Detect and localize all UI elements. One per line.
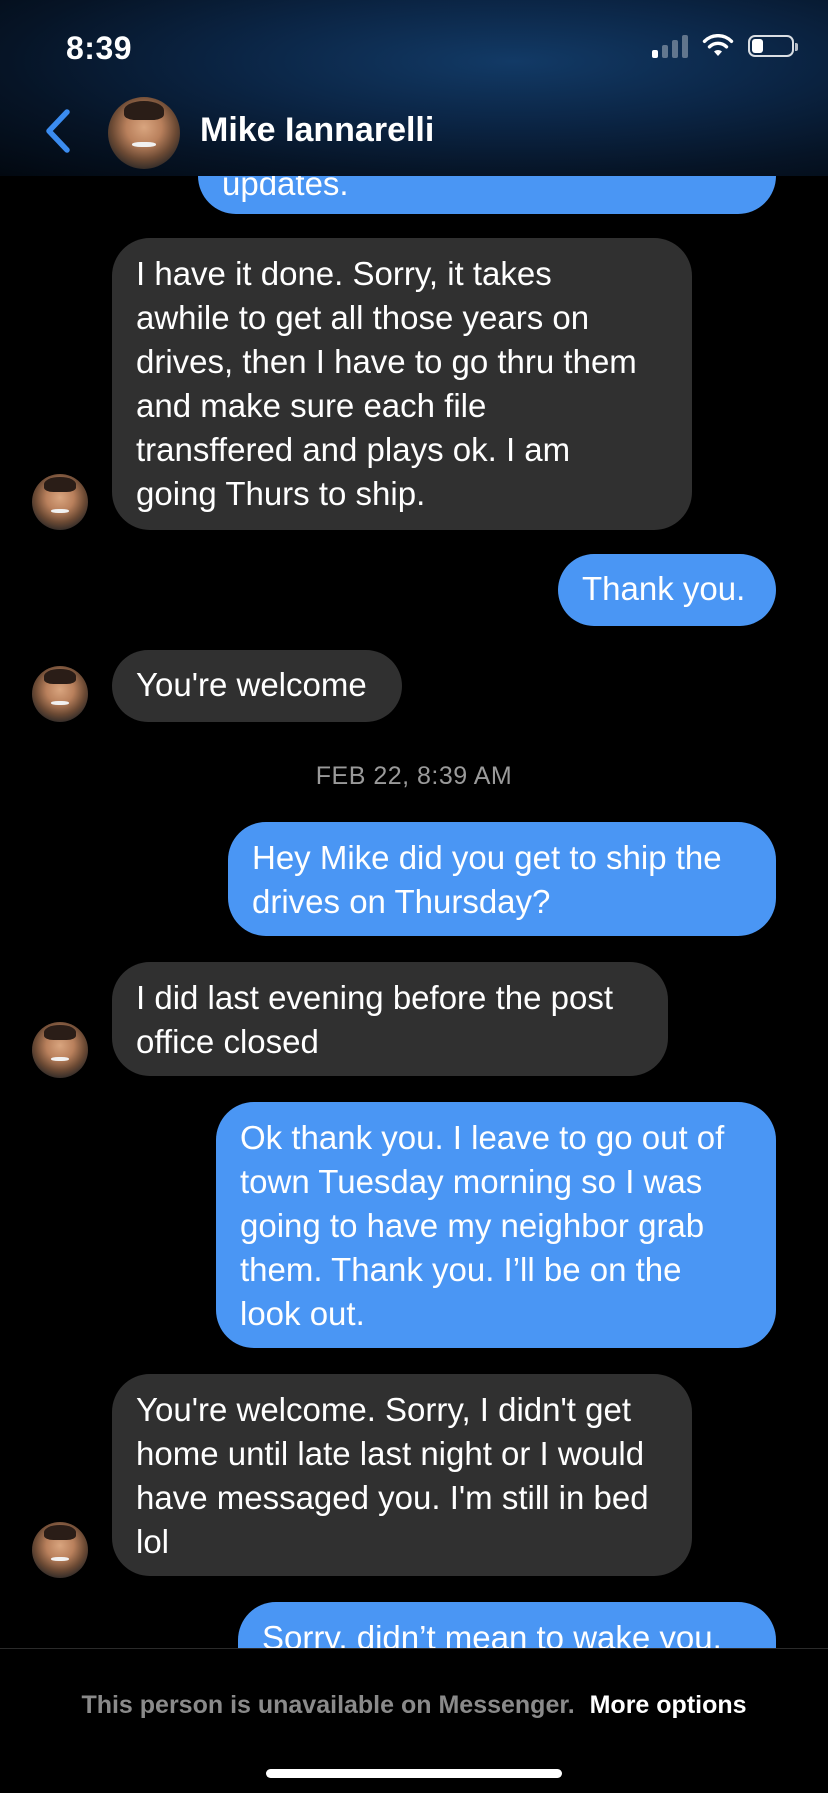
- message-bubble-incoming[interactable]: I have it done. Sorry, it takes awhile t…: [112, 238, 692, 530]
- message-bubble-outgoing[interactable]: Ok thank you. I leave to go out of town …: [216, 1102, 776, 1348]
- message-bubble-outgoing[interactable]: Hey Mike did you get to ship the drives …: [228, 822, 776, 936]
- cellular-signal-icon: [652, 34, 688, 58]
- contact-avatar[interactable]: [108, 97, 180, 169]
- contact-name[interactable]: Mike Iannarelli: [200, 111, 434, 150]
- sender-avatar: [32, 1522, 88, 1578]
- sender-avatar: [32, 666, 88, 722]
- wifi-icon: [702, 34, 734, 56]
- messenger-footer: This person is unavailable on Messenger.…: [0, 1648, 828, 1793]
- conversation-timestamp: FEB 22, 8:39 AM: [315, 762, 513, 790]
- sender-avatar: [32, 1022, 88, 1078]
- back-button[interactable]: [38, 104, 78, 158]
- chevron-left-icon: [46, 109, 70, 153]
- home-indicator[interactable]: [266, 1769, 562, 1778]
- footer-row: This person is unavailable on Messenger.…: [0, 1691, 828, 1720]
- more-options-button[interactable]: More options: [590, 1691, 747, 1719]
- status-time: 8:39: [66, 30, 133, 66]
- battery-icon: [748, 35, 798, 57]
- message-bubble-incoming[interactable]: You're welcome: [112, 650, 402, 722]
- status-icons: [652, 34, 798, 58]
- message-bubble-outgoing[interactable]: Thank you.: [558, 554, 776, 626]
- message-bubble-incoming[interactable]: You're welcome. Sorry, I didn't get home…: [112, 1374, 692, 1576]
- conversation-header: 8:39 Mike Iannarelli: [0, 0, 828, 176]
- sender-avatar: [32, 474, 88, 530]
- unavailable-notice: This person is unavailable on Messenger.: [81, 1691, 575, 1719]
- message-bubble-incoming[interactable]: I did last evening before the post offic…: [112, 962, 668, 1076]
